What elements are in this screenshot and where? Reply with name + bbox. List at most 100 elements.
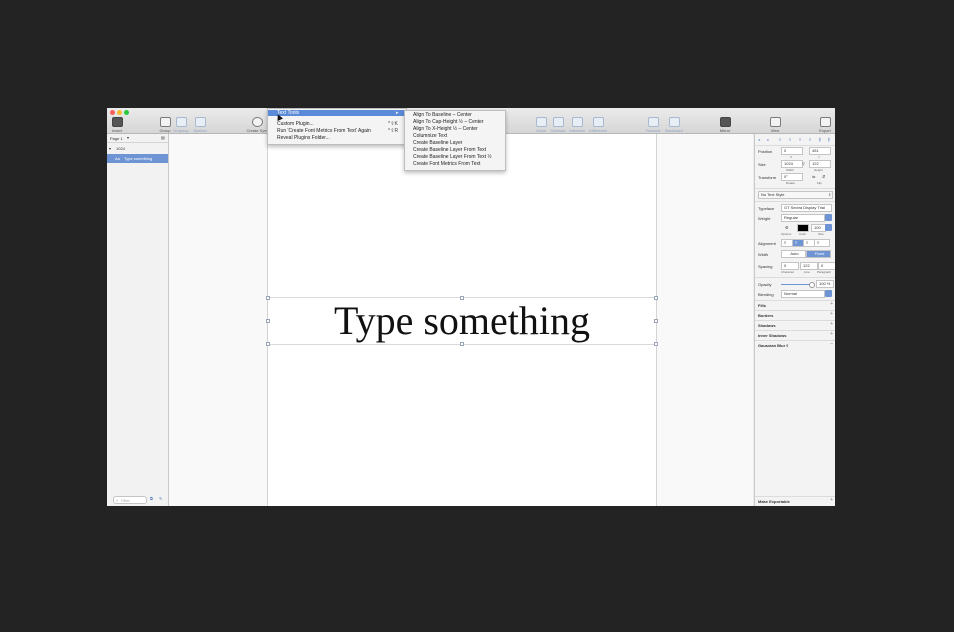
pages-toggle-icon[interactable]: ▤ xyxy=(161,135,165,140)
blending-select[interactable]: Normal xyxy=(781,290,825,298)
blending-dropdown-button[interactable] xyxy=(825,290,832,297)
distribute-horizontal-icon[interactable]: ⫼ xyxy=(819,137,821,142)
intersect-button[interactable]: Intersect xyxy=(568,117,586,133)
flip-sub-label: Flip xyxy=(817,181,822,185)
rotate-field[interactable]: 0° xyxy=(781,173,803,181)
submenu-item[interactable]: Align To Cap-Height ½ – Center xyxy=(413,119,484,125)
shadows-label: Shadows xyxy=(758,323,776,328)
artboard[interactable]: Type something xyxy=(266,134,658,506)
difference-button[interactable]: Difference xyxy=(587,117,609,133)
separator xyxy=(755,188,835,189)
text-layer-selection[interactable]: Type something xyxy=(266,296,658,346)
height-field[interactable]: 122 xyxy=(809,160,831,168)
run-again-item[interactable]: Run 'Create Font Metrics From Text' Agai… xyxy=(277,128,371,134)
width-field[interactable]: 1024 xyxy=(781,160,803,168)
align-left-icon[interactable]: ⫷ xyxy=(758,137,760,142)
align-justify-button[interactable]: ≡ xyxy=(814,239,830,247)
disclosure-triangle-icon[interactable]: ▾ xyxy=(109,146,111,151)
page-selector[interactable]: Page 1 ▾ ▤ xyxy=(107,134,168,143)
submenu-item[interactable]: Create Baseline Layer From Text xyxy=(413,147,486,153)
group-button[interactable]: Group xyxy=(157,117,173,133)
width-auto-button[interactable]: Auto xyxy=(781,250,806,258)
forward-button[interactable]: Forward xyxy=(644,117,662,133)
text-tools-menu-item[interactable]: Text Tools ▸ xyxy=(268,110,406,116)
align-right-icon[interactable]: ≡ xyxy=(779,137,781,142)
align-bottom-icon[interactable]: ≡ xyxy=(809,137,811,142)
union-button[interactable]: Union xyxy=(533,117,549,133)
opacity-slider[interactable] xyxy=(781,284,811,285)
edit-icon[interactable]: ✎ xyxy=(159,496,162,501)
align-center-icon[interactable]: ⫸ xyxy=(767,137,769,142)
view-button[interactable]: View xyxy=(767,117,783,133)
add-shadow-icon[interactable]: + xyxy=(830,321,833,327)
layer-name: Type something xyxy=(124,156,153,161)
weight-dropdown-button[interactable] xyxy=(825,214,832,221)
lock-proportions-icon[interactable]: ⚲ xyxy=(802,161,805,166)
reveal-plugins-item[interactable]: Reveal Plugins Folder... xyxy=(277,135,330,141)
typeface-field[interactable]: GT Sectra Display Trial xyxy=(781,204,832,212)
character-spacing-field[interactable]: 0 xyxy=(781,262,799,270)
filter-input[interactable]: ⌕ Filter xyxy=(113,496,147,504)
text-style-select[interactable]: No Text Style xyxy=(758,191,833,199)
flip-vertical-icon[interactable]: ⇵ xyxy=(822,174,825,179)
mirror-button[interactable]: Mirror xyxy=(716,117,734,133)
group-icon xyxy=(159,117,171,127)
color-swatch[interactable] xyxy=(797,224,809,232)
opacity-field[interactable]: 100 % xyxy=(816,280,834,288)
line-sub-label: Line xyxy=(804,270,810,274)
zoom-window-button[interactable] xyxy=(124,110,129,115)
intersect-icon xyxy=(571,117,583,127)
forward-icon xyxy=(647,117,659,127)
text-layer-icon: Aa xyxy=(115,156,120,161)
run-again-shortcut: ^⇧R xyxy=(388,128,399,134)
mirror-icon xyxy=(719,117,731,127)
position-x-field[interactable]: 0 xyxy=(781,147,803,155)
font-size-field[interactable]: 100 xyxy=(811,224,826,232)
position-y-field[interactable]: 451 xyxy=(809,147,831,155)
duplicate-icon[interactable]: ⧉ xyxy=(150,496,153,501)
separator xyxy=(755,496,835,497)
backward-button[interactable]: Backward xyxy=(663,117,685,133)
ungroup-button[interactable]: Ungroup xyxy=(173,117,189,133)
create-symbol-button[interactable]: Create Sym xyxy=(245,117,269,133)
toggle-blur-icon[interactable]: – xyxy=(830,341,833,347)
align-top-icon[interactable]: ≡ xyxy=(789,137,791,142)
align-middle-icon[interactable]: ≡ xyxy=(799,137,801,142)
symbol-button[interactable]: Symbol xyxy=(192,117,208,133)
canvas-headline-text[interactable]: Type something xyxy=(268,298,656,344)
minimize-window-button[interactable] xyxy=(117,110,122,115)
blending-label: Blending xyxy=(758,292,774,297)
export-button[interactable]: Export xyxy=(817,117,833,133)
export-icon xyxy=(819,117,831,127)
layer-row-selected[interactable]: Aa Type something xyxy=(107,154,168,163)
subtract-button[interactable]: Subtract xyxy=(549,117,567,133)
color-sub-label: Color xyxy=(799,232,807,236)
add-border-icon[interactable]: + xyxy=(830,311,833,317)
artboard-layer-label[interactable]: 1024 xyxy=(116,146,125,151)
gaussian-blur-label[interactable]: Gaussian Blur ◊ xyxy=(758,343,788,348)
custom-plugin-item[interactable]: Custom Plugin... xyxy=(277,121,314,127)
symbol-icon xyxy=(194,117,206,127)
submenu-item[interactable]: Create Baseline Layer xyxy=(413,140,462,146)
font-size-stepper[interactable] xyxy=(825,224,832,231)
paragraph-spacing-field[interactable]: 0 xyxy=(818,262,835,270)
gear-icon[interactable]: ⚙ xyxy=(785,225,789,230)
opacity-slider-knob[interactable] xyxy=(809,282,815,288)
close-window-button[interactable] xyxy=(110,110,115,115)
width-fixed-button[interactable]: Fixed xyxy=(806,250,831,258)
flip-horizontal-icon[interactable]: ⇋ xyxy=(812,174,815,179)
distribute-vertical-icon[interactable]: ⫼ xyxy=(828,137,830,142)
make-exportable-label[interactable]: Make Exportable xyxy=(758,499,790,504)
line-spacing-field[interactable]: 122 xyxy=(800,262,818,270)
spacing-label: Spacing xyxy=(758,264,773,269)
submenu-item[interactable]: Columnize Text xyxy=(413,133,447,139)
add-fill-icon[interactable]: + xyxy=(830,301,833,307)
submenu-item[interactable]: Align To Baseline – Center xyxy=(413,112,472,118)
submenu-item[interactable]: Align To X-Height ½ – Center xyxy=(413,126,478,132)
insert-button[interactable]: Insert xyxy=(109,117,125,133)
weight-select[interactable]: Regular xyxy=(781,214,825,222)
add-inner-shadow-icon[interactable]: + xyxy=(830,331,833,337)
add-export-icon[interactable]: + xyxy=(830,497,833,503)
submenu-item[interactable]: Create Font Metrics From Text xyxy=(413,161,480,167)
submenu-item[interactable]: Create Baseline Layer From Text ½ xyxy=(413,154,492,160)
